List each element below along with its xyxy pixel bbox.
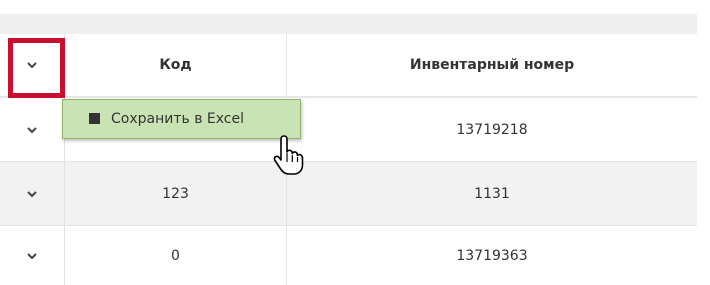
cell-inventory-number: 13719363	[286, 226, 697, 285]
hand-pointer-icon	[273, 135, 304, 175]
column-header-inventory-number[interactable]: Инвентарный номер	[286, 34, 697, 96]
page: Код Инвентарный номер 13719218 123 1131	[0, 0, 710, 285]
row-expand-toggle[interactable]	[0, 162, 64, 225]
row-expand-toggle[interactable]	[0, 226, 64, 285]
cell-inventory-number: 13719218	[286, 98, 697, 161]
right-margin	[697, 14, 710, 285]
cell-code: 123	[64, 162, 286, 225]
chevron-down-icon	[27, 252, 37, 259]
save-to-excel-label: Сохранить в Excel	[111, 111, 244, 127]
column-header-code[interactable]: Код	[64, 34, 286, 96]
table-row[interactable]: 123 1131	[0, 162, 697, 226]
save-to-excel-button[interactable]: Сохранить в Excel	[62, 99, 301, 139]
cell-code: 0	[64, 226, 286, 285]
grid-toolbar	[0, 14, 697, 34]
chevron-down-icon	[27, 126, 37, 133]
table-row[interactable]: 0 13719363	[0, 226, 697, 285]
data-grid: Код Инвентарный номер 13719218 123 1131	[0, 34, 697, 285]
row-expand-toggle[interactable]	[0, 98, 64, 161]
table-header-row: Код Инвентарный номер	[0, 34, 697, 98]
top-band	[0, 0, 710, 14]
chevron-down-icon	[27, 190, 37, 197]
highlight-annotation	[8, 38, 65, 98]
excel-icon	[89, 113, 100, 124]
cell-inventory-number: 1131	[286, 162, 697, 225]
